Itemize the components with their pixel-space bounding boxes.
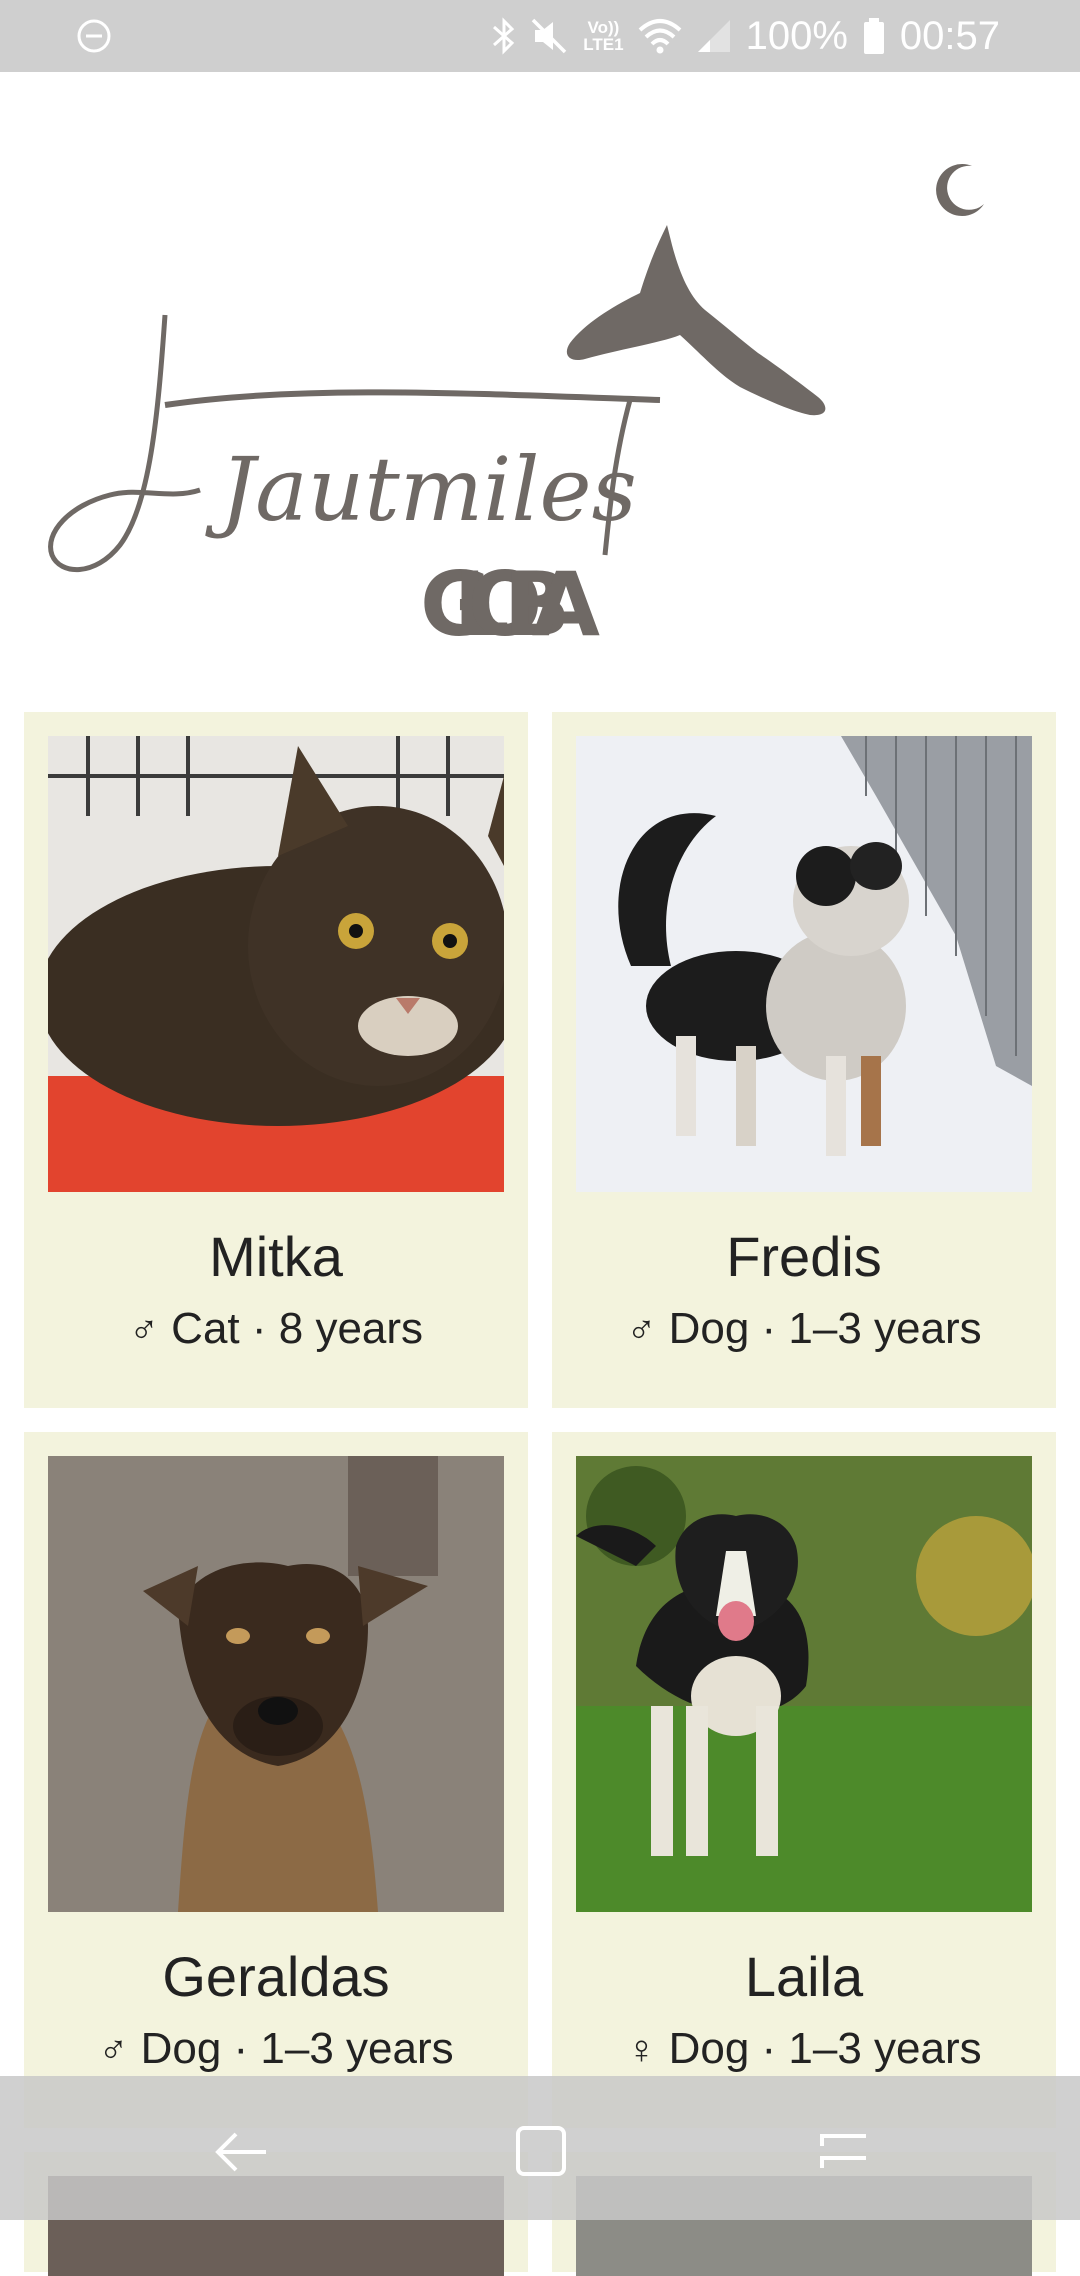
pet-details: ♂ Dog · 1–3 years bbox=[552, 1304, 1056, 1354]
pet-name: Laila bbox=[744, 1945, 864, 2008]
recents-icon[interactable] bbox=[814, 2122, 874, 2182]
logo-script: Jautmiles bbox=[205, 438, 637, 541]
pet-name: Fredis bbox=[726, 1225, 882, 1288]
dog-silhouette bbox=[566, 225, 826, 416]
pet-details-text: Cat · 8 years bbox=[171, 1304, 424, 1353]
pet-photo bbox=[576, 736, 1032, 1192]
do-not-disturb-icon bbox=[77, 19, 111, 53]
pet-name: Geraldas bbox=[162, 1945, 390, 2008]
pet-details-text: Dog · 1–3 years bbox=[140, 2024, 454, 2073]
logo-stroke-j bbox=[48, 314, 201, 572]
bluetooth-icon bbox=[493, 17, 515, 55]
dog-photo bbox=[576, 736, 1032, 1192]
pet-card-geraldas[interactable]: Geraldas ♂ Dog · 1–3 years bbox=[24, 1432, 528, 2128]
pet-details-text: Dog · 1–3 years bbox=[668, 1304, 982, 1353]
signal-icon bbox=[697, 20, 730, 52]
pet-name: Mitka bbox=[209, 1225, 343, 1288]
pet-card-mitka[interactable]: Mitka ♂ Cat · 8 years bbox=[24, 712, 528, 1408]
dog-photo bbox=[576, 1456, 1032, 1912]
male-icon: ♂ bbox=[98, 2028, 129, 2072]
status-bar: Vo)) LTE1 100% 00:57 bbox=[0, 0, 1080, 72]
clock: 00:57 bbox=[899, 13, 1000, 58]
pet-photo bbox=[48, 736, 504, 1192]
pet-card-fredis[interactable]: Fredis ♂ Dog · 1–3 years bbox=[552, 712, 1056, 1408]
volte-icon: Vo)) LTE1 bbox=[583, 19, 623, 53]
back-icon[interactable] bbox=[212, 2122, 272, 2182]
pet-details: ♂ Cat · 8 years bbox=[24, 1304, 528, 1354]
battery-percent: 100% bbox=[745, 13, 848, 58]
pet-details: ♀ Dog · 1–3 years bbox=[552, 2024, 1056, 2074]
male-icon: ♂ bbox=[626, 1308, 657, 1352]
dog-photo bbox=[48, 1456, 504, 1912]
cat-photo bbox=[48, 736, 504, 1192]
pet-details-text: Dog · 1–3 years bbox=[668, 2024, 982, 2073]
logo-stroke-bar bbox=[164, 389, 661, 408]
pet-photo bbox=[48, 1456, 504, 1912]
logo: Jautmiles GLOBA bbox=[48, 225, 826, 645]
pet-photo bbox=[576, 1456, 1032, 1912]
logo-caption: GLOBA bbox=[420, 553, 600, 645]
male-icon: ♂ bbox=[128, 1308, 159, 1352]
pet-details: ♂ Dog · 1–3 years bbox=[24, 2024, 528, 2074]
home-icon[interactable] bbox=[512, 2122, 572, 2182]
volte-label: Vo)) bbox=[587, 18, 620, 37]
pet-card-laila[interactable]: Laila ♀ Dog · 1–3 years bbox=[552, 1432, 1056, 2128]
battery-icon bbox=[863, 18, 884, 54]
wifi-icon bbox=[638, 19, 681, 54]
moon-icon[interactable] bbox=[928, 160, 988, 220]
navigation-bar bbox=[0, 2076, 1080, 2220]
female-icon: ♀ bbox=[626, 2028, 657, 2072]
lte-label: LTE1 bbox=[583, 35, 624, 54]
mute-icon bbox=[532, 18, 567, 54]
